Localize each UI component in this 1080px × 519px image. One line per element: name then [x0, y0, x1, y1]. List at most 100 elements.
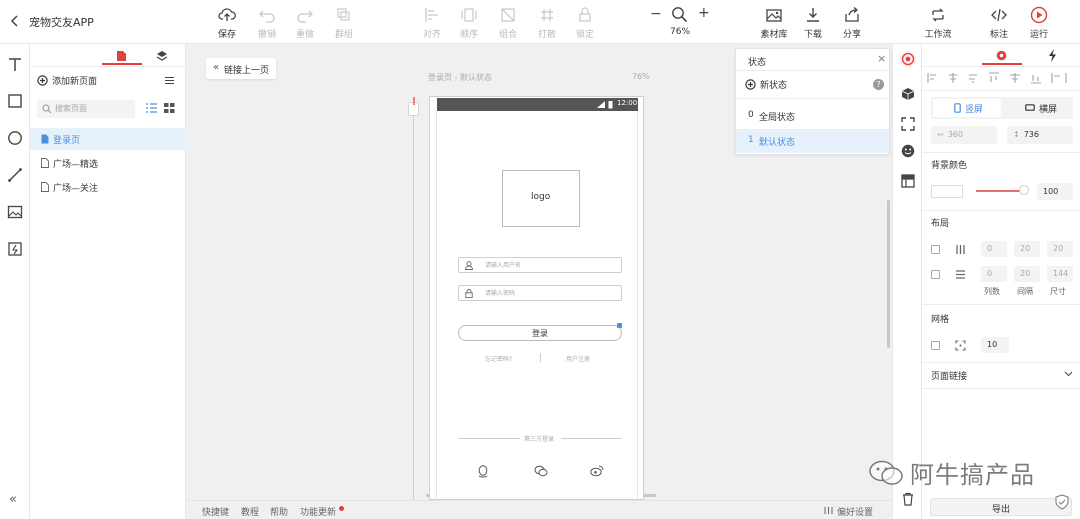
portrait-option[interactable]: 竖屏 [933, 99, 1001, 117]
row-count-input[interactable]: 0 [981, 266, 1007, 282]
weibo-icon[interactable] [590, 464, 604, 477]
undo-button[interactable]: 撤销 [247, 6, 287, 40]
tab-pages[interactable] [102, 47, 142, 65]
new-state-button[interactable]: 新状态 [745, 78, 787, 91]
order-button[interactable]: 顺序 [449, 6, 489, 40]
line-tool-icon[interactable] [7, 167, 23, 183]
frame-icon[interactable] [901, 117, 915, 131]
workflow-icon [932, 8, 944, 22]
target-icon[interactable] [900, 51, 916, 67]
tab-interaction[interactable] [1034, 47, 1074, 65]
back-icon[interactable] [10, 14, 20, 28]
trash-icon[interactable] [902, 492, 914, 506]
zoom-in-button[interactable]: + [698, 6, 710, 20]
register-link[interactable]: 用户注册 [566, 354, 590, 363]
bg-color-swatch[interactable] [931, 185, 963, 198]
grid-size-input[interactable]: 10 [981, 337, 1009, 353]
align-button[interactable]: 对齐 [412, 6, 452, 40]
grid-view-icon[interactable] [164, 103, 175, 113]
export-button[interactable]: 导出 [930, 498, 1072, 516]
help-icon[interactable]: ? [873, 79, 884, 90]
emoji-icon[interactable] [901, 144, 915, 158]
preferences-icon [824, 507, 833, 514]
vertical-scrollbar[interactable] [887, 200, 890, 348]
username-field[interactable]: 请输入用户名 [458, 257, 622, 273]
wechat-icon[interactable] [534, 465, 548, 477]
download-button[interactable]: 下载 [793, 6, 833, 40]
component-tool-icon[interactable] [7, 241, 23, 257]
login-button[interactable]: 登录 [458, 323, 622, 341]
close-icon[interactable]: × [877, 52, 886, 65]
page-icon [41, 182, 49, 192]
table-icon[interactable] [901, 174, 915, 188]
list-view-icon[interactable] [146, 103, 157, 113]
width-input[interactable]: ↔ 360 [931, 126, 997, 144]
image-tool-icon[interactable] [7, 204, 23, 220]
rectangle-tool-icon[interactable] [7, 93, 23, 109]
password-field[interactable]: 请输入密码 [458, 285, 622, 301]
qq-icon[interactable] [477, 465, 489, 478]
grid-checkbox[interactable] [931, 341, 940, 350]
ungroup-button[interactable]: 打散 [527, 6, 567, 40]
workflow-button[interactable]: 工作流 [918, 6, 958, 40]
layout-title: 布局 [931, 219, 950, 229]
state-item-selected[interactable]: 1 默认状态 [736, 129, 889, 153]
opacity-slider-track[interactable] [976, 190, 1024, 192]
tab-layers[interactable] [142, 47, 182, 65]
group-button[interactable]: 群组 [324, 6, 364, 40]
chevron-down-icon[interactable] [1064, 371, 1073, 377]
top-toolbar: 宠物交友APP 保存 撤销 重做 群组 对齐 顺序 组合 打散 锁定 − + 7 [0, 0, 1080, 44]
page-item[interactable]: 广场—精选 [30, 152, 186, 174]
tab-style[interactable] [982, 47, 1022, 65]
status-bar: 12:00 [437, 98, 638, 111]
updates-link[interactable]: 功能更新 [300, 505, 336, 518]
shortcuts-link[interactable]: 快捷键 [202, 505, 229, 518]
zoom-out-button[interactable]: − [650, 7, 662, 21]
vertical-guide-handle[interactable] [408, 97, 419, 116]
column-size-input[interactable]: 20 [1047, 241, 1073, 257]
page-item[interactable]: 广场—关注 [30, 176, 186, 198]
lock-button[interactable]: 锁定 [565, 6, 605, 40]
row-gap-input[interactable]: 20 [1014, 266, 1040, 282]
row-layout-checkbox[interactable] [931, 270, 940, 279]
page-settings-icon[interactable] [164, 76, 175, 85]
forgot-password-link[interactable]: 忘记密码? [485, 354, 512, 363]
tutorial-link[interactable]: 教程 [241, 505, 259, 518]
run-button[interactable]: 运行 [1019, 6, 1059, 40]
page-search-input[interactable]: 搜索页面 [37, 100, 135, 118]
state-item[interactable]: 0 全局状态 [736, 106, 889, 126]
cube-icon[interactable] [901, 87, 915, 101]
opacity-input[interactable]: 100 [1037, 183, 1073, 200]
share-button[interactable]: 分享 [832, 6, 872, 40]
text-tool-icon[interactable] [7, 56, 23, 72]
download-icon [807, 8, 819, 22]
zoom-icon[interactable] [671, 6, 688, 23]
columns-icon [956, 245, 965, 254]
bg-color-title: 背景颜色 [931, 161, 968, 171]
combine-button[interactable]: 组合 [488, 6, 528, 40]
help-link[interactable]: 帮助 [270, 505, 288, 518]
height-input[interactable]: ↕ 736 [1007, 126, 1073, 144]
annotate-button[interactable]: 标注 [979, 6, 1019, 40]
assets-button[interactable]: 素材库 [754, 6, 794, 40]
landscape-option[interactable]: 横屏 [1003, 99, 1071, 117]
page-icon [41, 134, 49, 144]
add-page-button[interactable]: 添加新页面 [37, 74, 97, 87]
lock-icon [465, 289, 473, 298]
phone-artboard[interactable]: 12:00 logo 请输入用户名 请输入密码 登录 忘记密码? 用户注册 第三… [429, 96, 644, 501]
opacity-slider-handle[interactable] [1019, 185, 1029, 195]
row-size-input[interactable]: 144 [1047, 266, 1073, 282]
column-layout-checkbox[interactable] [931, 245, 940, 254]
save-button[interactable]: 保存 [207, 6, 247, 40]
page-item-selected[interactable]: 登录页 [30, 128, 186, 150]
column-gap-input[interactable]: 20 [1014, 241, 1040, 257]
page-caption: 登录页 - 默认状态 [428, 73, 492, 82]
redo-button[interactable]: 重做 [285, 6, 325, 40]
circle-tool-icon[interactable] [7, 130, 23, 146]
preferences-link[interactable]: 偏好设置 [837, 505, 873, 518]
landscape-phone-icon [1025, 104, 1035, 111]
link-previous-page-button[interactable]: « 链接上一页 [206, 58, 276, 79]
column-count-input[interactable]: 0 [981, 241, 1007, 257]
collapse-panel-icon[interactable]: « [9, 492, 17, 507]
alignment-tools[interactable] [926, 72, 1076, 84]
